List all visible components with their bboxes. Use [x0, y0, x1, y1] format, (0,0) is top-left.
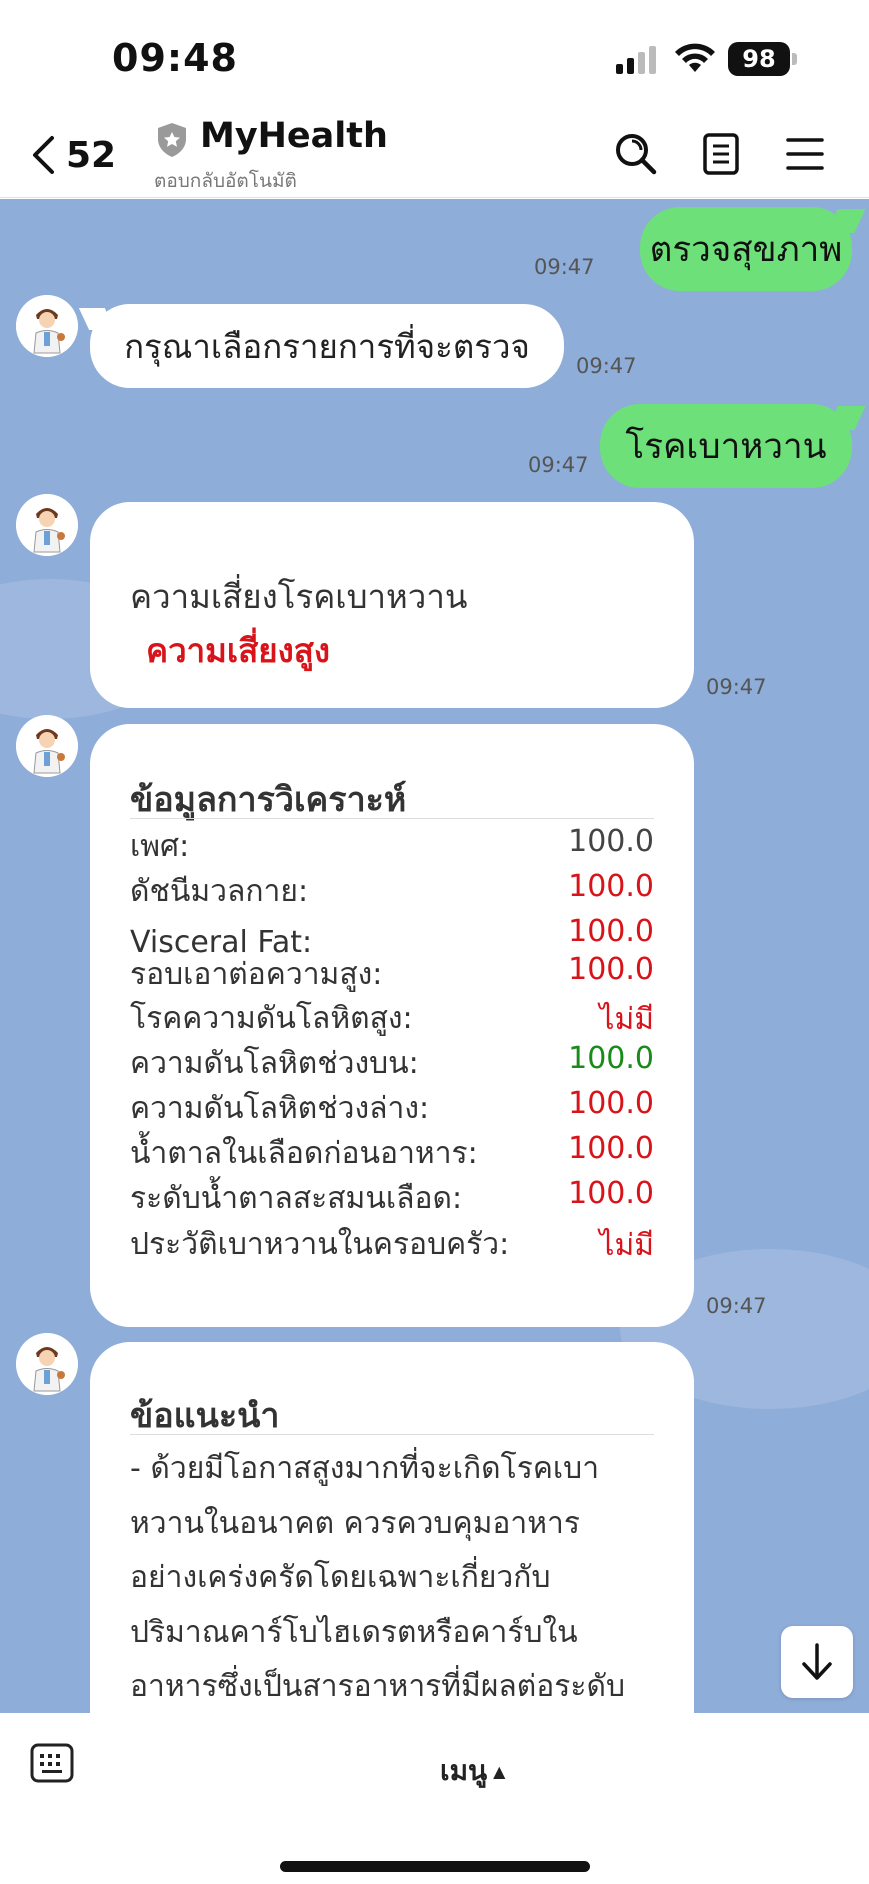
- analysis-row: รอบเอาต่อความสูง: 100.0: [130, 952, 654, 998]
- analysis-row: ดัชนีมวลกาย: 100.0: [130, 869, 654, 915]
- analysis-row-value: 100.0: [568, 1131, 654, 1166]
- analysis-row-value: 100.0: [568, 1176, 654, 1211]
- risk-card[interactable]: ความเสี่ยงโรคเบาหวาน ความเสี่ยงสูง: [90, 502, 694, 708]
- caret-up-icon: ▲: [493, 1761, 506, 1781]
- bot-avatar[interactable]: [16, 715, 78, 777]
- bot-message[interactable]: กรุณาเลือกรายการที่จะตรวจ: [90, 304, 564, 388]
- menu-icon[interactable]: [786, 132, 824, 176]
- chat-area[interactable]: ตรวจสุขภาพ 09:47 กรุณาเลือกรายการที่จะตร…: [0, 199, 869, 1713]
- page-subtitle: ตอบกลับอัตโนมัติ: [154, 170, 297, 192]
- arrow-down-icon: [802, 1643, 832, 1680]
- analysis-row: ความดันโลหิตช่วงล่าง: 100.0: [130, 1086, 654, 1132]
- analysis-row: ระดับน้ำตาลสะสมนเลือด: 100.0: [130, 1176, 654, 1222]
- analysis-row-label: โรคความดันโลหิตสูง:: [130, 1001, 413, 1036]
- doctor-avatar-icon: [16, 1333, 78, 1395]
- message-text: โรคเบาหวาน: [625, 426, 827, 467]
- risk-value: ความเสี่ยงสูง: [146, 631, 331, 670]
- message-time: 09:47: [534, 255, 595, 279]
- user-message[interactable]: ตรวจสุขภาพ: [640, 207, 852, 291]
- menu-label: เมนู: [440, 1754, 488, 1787]
- analysis-row: น้ำตาลในเลือดก่อนอาหาร: 100.0: [130, 1131, 654, 1177]
- message-text: กรุณาเลือกรายการที่จะตรวจ: [124, 326, 530, 366]
- scroll-to-bottom-button[interactable]: [781, 1626, 853, 1698]
- message-time: 09:47: [576, 354, 637, 378]
- analysis-row-label: ดัชนีมวลกาย:: [130, 874, 309, 909]
- search-icon[interactable]: [614, 132, 658, 176]
- message-time: 09:47: [706, 675, 767, 699]
- analysis-row-label: ประวัติเบาหวานในครอบครัว:: [130, 1227, 510, 1262]
- analysis-row-label: ระดับน้ำตาลสะสมนเลือด:: [130, 1181, 463, 1216]
- status-bar: 09:48 98: [0, 0, 869, 110]
- doctor-avatar-icon: [16, 494, 78, 556]
- doctor-avatar-icon: [16, 295, 78, 357]
- bot-avatar[interactable]: [16, 494, 78, 556]
- cellular-signal-icon: [616, 46, 656, 74]
- user-message[interactable]: โรคเบาหวาน: [600, 404, 852, 488]
- analysis-row-value: 100.0: [568, 824, 654, 859]
- analysis-row-label: ความดันโลหิตช่วงล่าง:: [130, 1091, 430, 1126]
- battery-level: 98: [728, 42, 790, 76]
- analysis-row-value: 100.0: [568, 952, 654, 987]
- divider: [130, 818, 654, 819]
- message-time: 09:47: [706, 1294, 767, 1318]
- advice-text: - ด้วยมีโอกาสสูงมากที่จะเกิดโรคเบาหวานใน…: [130, 1451, 626, 1704]
- analysis-row-label: เพศ:: [130, 829, 190, 864]
- notes-icon[interactable]: [702, 132, 740, 176]
- bot-avatar[interactable]: [16, 295, 78, 357]
- analysis-row-label: น้ำตาลในเลือดก่อนอาหาร:: [130, 1136, 478, 1171]
- analysis-row-label: ความดันโลหิตช่วงบน:: [130, 1046, 419, 1081]
- home-indicator[interactable]: [280, 1861, 590, 1872]
- menu-toggle-button[interactable]: เมนู ▲: [440, 1749, 505, 1793]
- message-text: ตรวจสุขภาพ: [649, 229, 843, 270]
- analysis-row: ความดันโลหิตช่วงบน: 100.0: [130, 1041, 654, 1087]
- analysis-row-value: 100.0: [568, 1041, 654, 1076]
- analysis-row: เพศ: 100.0: [130, 824, 654, 870]
- page-title: MyHealth: [200, 116, 388, 156]
- risk-label: ความเสี่ยงโรคเบาหวาน: [130, 577, 468, 616]
- analysis-row-value: 100.0: [568, 914, 654, 949]
- analysis-row-value: ไม่มี: [599, 1228, 654, 1263]
- wifi-icon: [675, 43, 715, 72]
- chat-header: 52 MyHealth ตอบกลับอัตโนมัติ: [0, 110, 869, 198]
- back-button[interactable]: 52: [30, 130, 116, 180]
- advice-card[interactable]: ข้อแนะนำ - ด้วยมีโอกาสสูงมากที่จะเกิดโรค…: [90, 1342, 694, 1713]
- divider: [130, 1434, 654, 1435]
- keyboard-icon[interactable]: [30, 1743, 74, 1783]
- bot-avatar[interactable]: [16, 1333, 78, 1395]
- back-chevron-icon: [33, 136, 54, 174]
- analysis-row: ประวัติเบาหวานในครอบครัว: ไม่มี: [130, 1222, 654, 1268]
- analysis-card[interactable]: ข้อมูลการวิเคราะห์ เพศ: 100.0 ดัชนีมวลกาย:…: [90, 724, 694, 1327]
- message-time: 09:47: [528, 453, 589, 477]
- doctor-avatar-icon: [16, 715, 78, 777]
- analysis-row-value: 100.0: [568, 869, 654, 904]
- analysis-row-value: 100.0: [568, 1086, 654, 1121]
- analysis-row-value: ไม่มี: [599, 1002, 654, 1037]
- shield-icon: [158, 123, 186, 157]
- analysis-row-label: รอบเอาต่อความสูง:: [130, 957, 383, 992]
- bottom-bar: เมนู ▲: [0, 1713, 869, 1884]
- status-time: 09:48: [112, 36, 238, 80]
- battery-nub: [792, 53, 797, 65]
- analysis-row: โรคความดันโลหิตสูง: ไม่มี: [130, 996, 654, 1042]
- unread-count: 52: [66, 134, 117, 176]
